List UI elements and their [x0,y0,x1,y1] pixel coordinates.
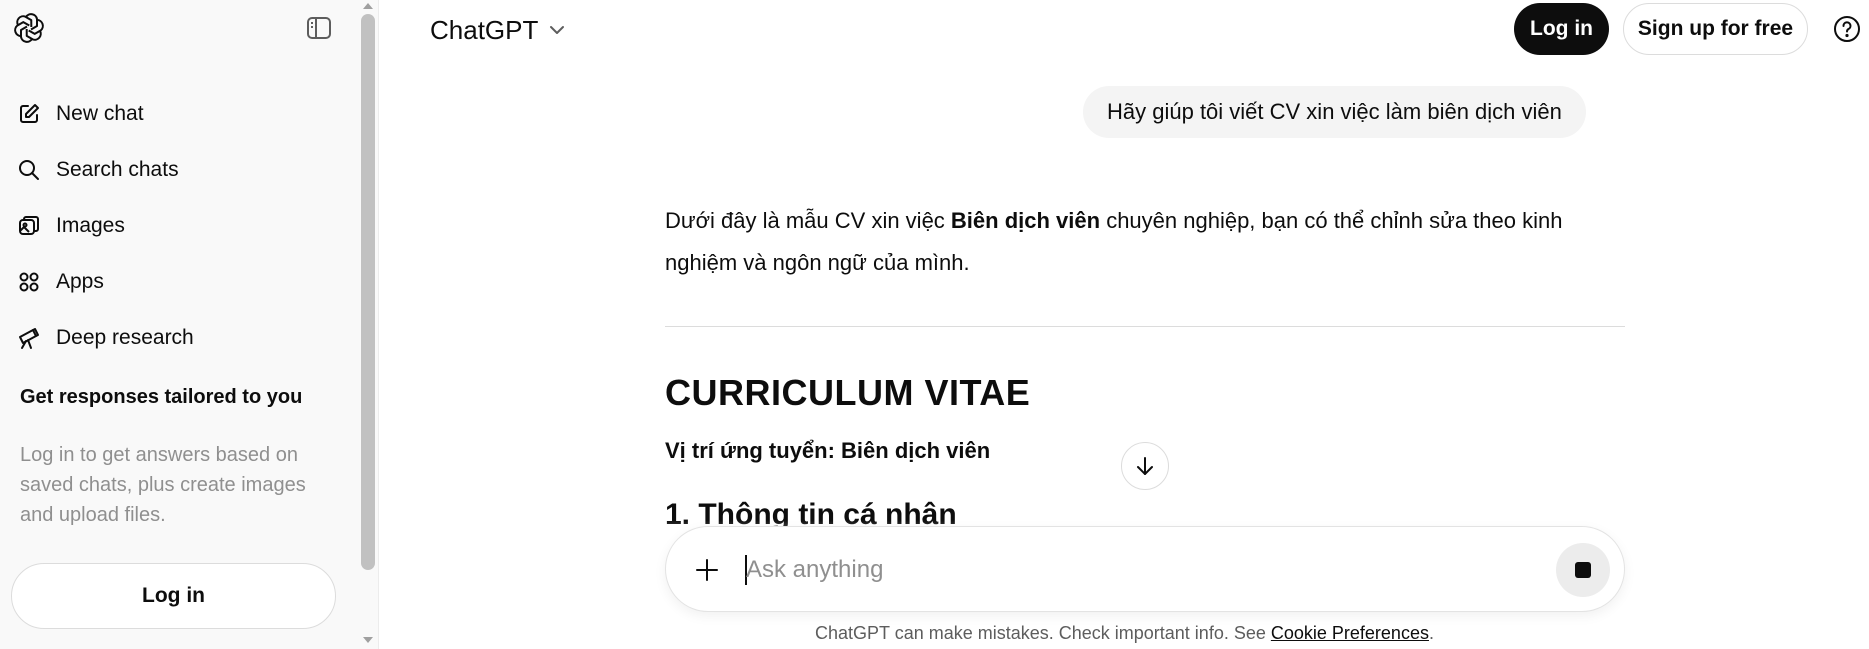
chevron-down-icon [550,26,565,34]
sidebar-item-label: Search chats [56,158,179,181]
stop-icon [1575,562,1591,578]
divider [665,326,1625,327]
sidebar-item-label: Apps [56,270,104,293]
answer-bold-text: Biên dịch viên [950,208,1101,233]
arrow-down-icon [1137,457,1153,475]
signup-button[interactable]: Sign up for free [1623,3,1808,55]
user-message-bubble: Hãy giúp tôi viết CV xin việc làm biên d… [1083,86,1586,138]
search-icon [16,157,42,183]
promo-title: Get responses tailored to you [20,386,303,408]
sidebar-item-apps[interactable]: Apps [0,254,360,310]
header-login-button[interactable]: Log in [1514,3,1609,55]
prompt-input[interactable] [746,549,1506,591]
stop-button[interactable] [1556,543,1610,597]
sidebar-item-images[interactable]: Images [0,198,360,254]
images-icon [16,213,42,239]
sidebar-login-button[interactable]: Log in [11,563,336,629]
scroll-to-bottom-button[interactable] [1121,442,1169,490]
telescope-icon [16,325,42,351]
sidebar-item-deep-research[interactable]: Deep research [0,310,360,366]
sidebar-item-label: Deep research [56,326,194,349]
disclaimer: ChatGPT can make mistakes. Check importa… [380,623,1869,644]
sidebar-item-new-chat[interactable]: New chat [0,86,360,142]
sidebar-toggle-icon[interactable] [305,15,333,41]
scrollbar-up-arrow-icon[interactable] [363,3,373,9]
disclaimer-end: . [1428,623,1434,643]
edit-icon [16,101,42,127]
position-line: Vị trí ứng tuyển: Biên dịch viên [665,438,991,463]
composer [665,526,1625,612]
answer-text: Dưới đây là mẫu CV xin việc [665,208,951,233]
cookie-preferences-link[interactable]: Cookie Preferences [1271,623,1429,643]
apps-icon [16,269,42,295]
sidebar-scrollbar[interactable] [361,14,375,570]
help-icon[interactable] [1833,15,1861,43]
plus-icon[interactable] [693,556,721,584]
cv-title: CURRICULUM VITAE [665,372,1031,413]
promo-text: Log in to get answers based on saved cha… [20,444,306,526]
sidebar: New chat Search chats Images Apps Deep r… [0,0,379,649]
sidebar-item-search-chats[interactable]: Search chats [0,142,360,198]
scrollbar-down-arrow-icon[interactable] [363,637,373,643]
sidebar-nav: New chat Search chats Images Apps Deep r… [0,86,360,366]
sidebar-item-label: Images [56,214,125,237]
openai-logo-icon[interactable] [13,12,45,44]
model-name: ChatGPT [430,14,539,45]
disclaimer-text: ChatGPT can make mistakes. Check importa… [815,623,1271,643]
sidebar-item-label: New chat [56,102,144,125]
model-picker[interactable]: ChatGPT [430,12,566,48]
assistant-answer-intro: Dưới đây là mẫu CV xin việc Biên dịch vi… [665,200,1625,284]
